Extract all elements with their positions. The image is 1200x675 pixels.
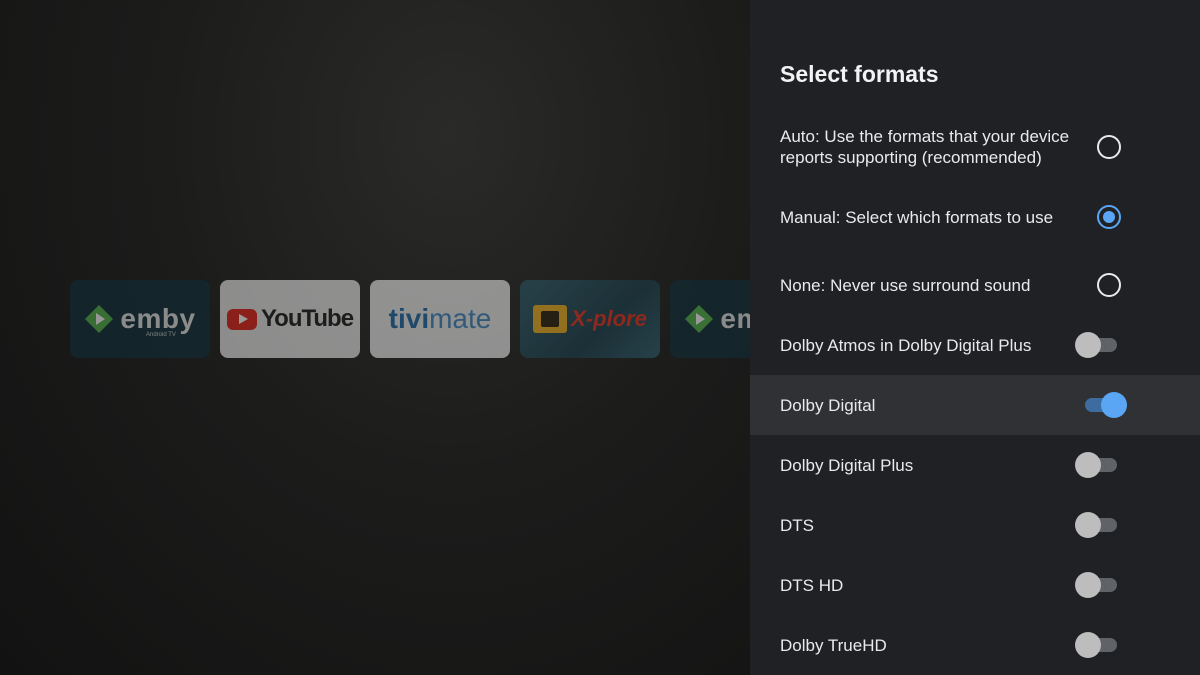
option-label: Dolby Digital — [780, 395, 876, 415]
option-dolby-truehd[interactable]: Dolby TrueHD — [750, 615, 1200, 675]
radio-checked-icon[interactable] — [1097, 205, 1121, 229]
toggle-switch-off[interactable] — [1075, 512, 1127, 538]
option-label: Dolby Digital Plus — [780, 455, 914, 475]
xplore-label: X-plore — [571, 306, 647, 331]
xplore-logo-icon — [533, 305, 568, 333]
option-dts[interactable]: DTS — [750, 495, 1200, 555]
app-tile-tivimate[interactable]: tivimate — [370, 280, 510, 358]
select-formats-panel: Select formats Auto: Use the formats tha… — [750, 0, 1200, 675]
radio-unchecked-icon[interactable] — [1097, 273, 1121, 297]
app-tile-emby[interactable]: emby Android TV — [70, 280, 210, 358]
option-manual[interactable]: Manual: Select which formats to use — [750, 179, 1200, 255]
option-label: None: Never use surround sound — [780, 275, 1031, 295]
radio-unchecked-icon[interactable] — [1097, 135, 1121, 159]
option-dolby-digital-plus[interactable]: Dolby Digital Plus — [750, 435, 1200, 495]
option-auto[interactable]: Auto: Use the formats that your device r… — [750, 115, 1200, 179]
option-dolby-digital[interactable]: Dolby Digital — [750, 375, 1200, 435]
option-label: Auto: Use the formats that your device r… — [780, 127, 1070, 167]
option-label: Dolby TrueHD — [780, 635, 887, 655]
panel-title: Select formats — [780, 61, 939, 87]
option-label: DTS HD — [780, 575, 844, 595]
toggle-switch-off[interactable] — [1075, 452, 1127, 478]
option-label: Dolby Atmos in Dolby Digital Plus — [780, 335, 1032, 355]
emby-label: emby — [720, 303, 750, 334]
emby-logo-icon — [84, 304, 114, 334]
option-label: Manual: Select which formats to use — [780, 207, 1054, 227]
toggle-switch-off[interactable] — [1075, 572, 1127, 598]
toggle-switch-on[interactable] — [1075, 392, 1127, 418]
panel-header: Select formats — [750, 0, 1200, 115]
option-dts-hd[interactable]: DTS HD — [750, 555, 1200, 615]
home-screen-background: emby Android TV YouTube tivimate X-plore… — [0, 0, 750, 675]
formats-list: Auto: Use the formats that your device r… — [750, 115, 1200, 675]
toggle-switch-off[interactable] — [1075, 332, 1127, 358]
app-tile-youtube[interactable]: YouTube — [220, 280, 360, 358]
toggle-switch-off[interactable] — [1075, 632, 1127, 658]
app-row: emby Android TV YouTube tivimate X-plore… — [70, 280, 750, 358]
emby-label: emby — [120, 303, 196, 334]
app-tile-xplore[interactable]: X-plore — [520, 280, 660, 358]
option-dolby-atmos-ddp[interactable]: Dolby Atmos in Dolby Digital Plus — [750, 315, 1200, 375]
youtube-label: YouTube — [260, 305, 354, 332]
option-label: DTS — [780, 515, 814, 535]
app-tile-emby-2[interactable]: emby — [670, 280, 750, 358]
youtube-play-icon — [226, 308, 257, 330]
tivimate-label: tivimate — [388, 303, 492, 334]
option-none[interactable]: None: Never use surround sound — [750, 255, 1200, 315]
emby-logo-icon — [684, 304, 714, 334]
emby-sub-label: Android TV — [146, 332, 176, 338]
